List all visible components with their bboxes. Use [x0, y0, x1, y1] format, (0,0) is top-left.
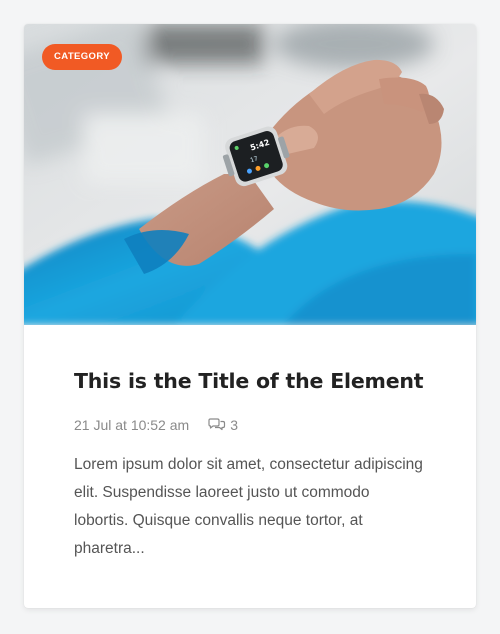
post-excerpt: Lorem ipsum dolor sit amet, consectetur … [74, 456, 423, 557]
post-title[interactable]: This is the Title of the Element [74, 366, 434, 396]
post-date: 21 Jul at 10:52 am [74, 417, 190, 433]
card-body: This is the Title of the Element 21 Jul … [74, 366, 434, 563]
category-badge[interactable]: CATEGORY [42, 44, 122, 70]
comments-link[interactable]: 3 [208, 417, 238, 433]
featured-image[interactable]: 5:42 17 CATEGORY [24, 24, 476, 325]
post-card: 5:42 17 CATEGORY This is the Title of th… [24, 24, 476, 608]
post-meta: 21 Jul at 10:52 am 3 [74, 415, 434, 435]
comment-bubbles-icon [208, 418, 226, 431]
comments-count: 3 [230, 417, 238, 433]
